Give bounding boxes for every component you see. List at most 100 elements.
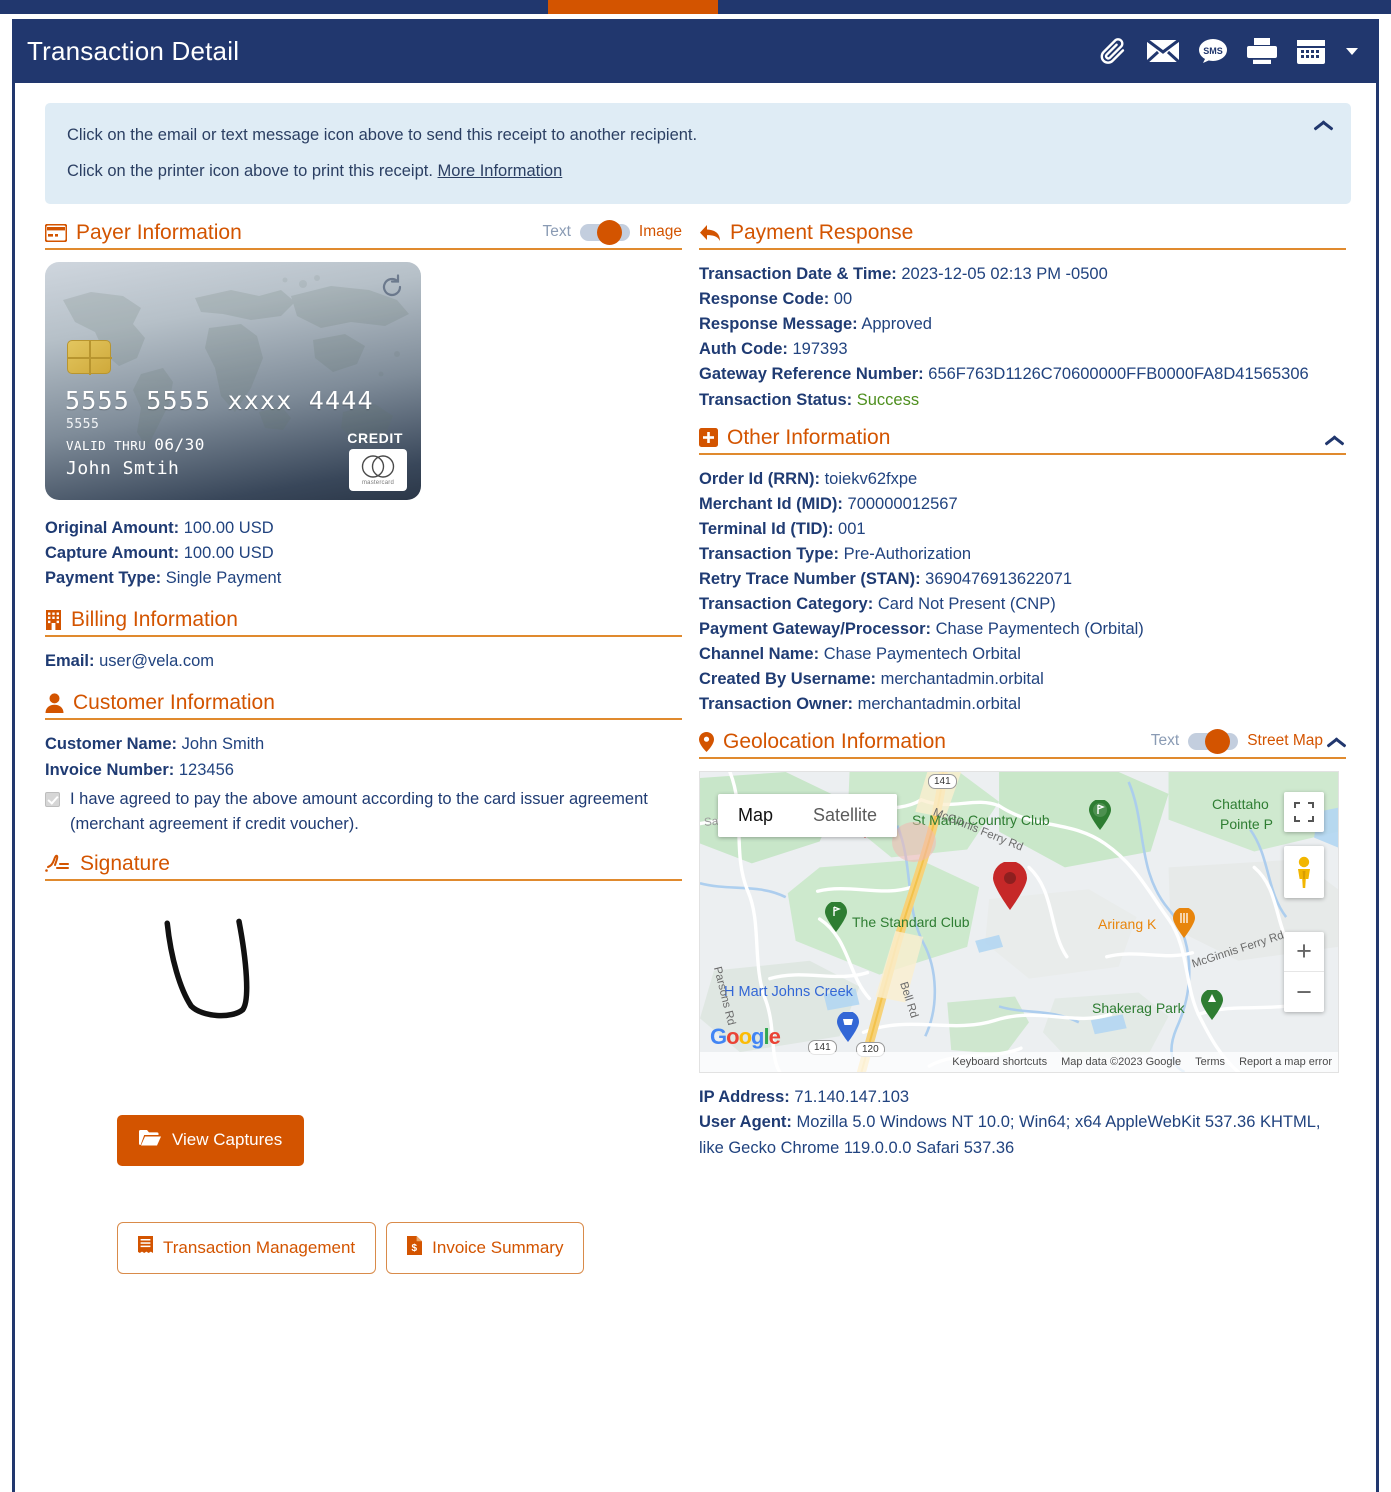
left-column: Payer Information Text Image 5555 5555 x… xyxy=(45,219,699,1274)
field-row: Transaction Owner: merchantadmin.orbital xyxy=(699,692,1346,717)
map-report-error-link[interactable]: Report a map error xyxy=(1239,1056,1332,1068)
view-captures-button[interactable]: View Captures xyxy=(117,1114,305,1166)
field-row: Capture Amount: 100.00 USD xyxy=(45,541,682,566)
map-type-satellite-button[interactable]: Satellite xyxy=(793,794,898,838)
banner-line-2: Click on the printer icon above to print… xyxy=(67,159,1311,185)
field-row: Email: user@vela.com xyxy=(45,649,682,674)
geolocation-collapse-chevron-up-icon[interactable] xyxy=(1326,734,1346,748)
map-zoom-control[interactable]: + − xyxy=(1284,932,1324,1013)
map-zoom-out-button[interactable]: − xyxy=(1284,972,1324,1012)
field-row: Transaction Category: Card Not Present (… xyxy=(699,592,1346,617)
content-columns: Payer Information Text Image 5555 5555 x… xyxy=(15,204,1376,1274)
payer-view-toggle[interactable]: Text Image xyxy=(542,219,682,245)
folder-open-icon xyxy=(139,1129,161,1152)
transaction-management-button[interactable]: Transaction Management xyxy=(117,1221,377,1274)
field-label: Transaction Type: xyxy=(699,544,839,563)
field-label: Retry Trace Number (STAN): xyxy=(699,569,921,588)
payer-fields: Original Amount: 100.00 USD Capture Amou… xyxy=(45,516,682,591)
transaction-status-value: Success xyxy=(856,390,920,409)
map-street-view-pegman-button[interactable] xyxy=(1284,846,1324,899)
field-value: John Smith xyxy=(181,735,265,754)
map-zoom-in-button[interactable]: + xyxy=(1284,932,1324,973)
sms-icon[interactable]: SMS xyxy=(1198,38,1228,64)
plus-square-icon xyxy=(699,427,718,447)
svg-text:$: $ xyxy=(412,1243,418,1254)
banner-collapse-chevron-up-icon[interactable] xyxy=(1313,117,1335,131)
map-keyboard-shortcuts[interactable]: Keyboard shortcuts xyxy=(952,1056,1047,1068)
field-row: User Agent: Mozilla 5.0 Windows NT 10.0;… xyxy=(699,1110,1346,1160)
transaction-management-label: Transaction Management xyxy=(163,1237,356,1257)
calendar-icon[interactable] xyxy=(1296,37,1326,65)
field-label: Transaction Status: xyxy=(699,390,853,409)
page-title: Transaction Detail xyxy=(27,35,240,66)
envelope-icon[interactable] xyxy=(1146,38,1180,64)
section-header-billing-information: Billing Information xyxy=(45,609,682,638)
field-row: Gateway Reference Number: 656F763D1126C7… xyxy=(699,362,1346,387)
map-poi-store-pin xyxy=(836,1011,860,1047)
field-label: User Agent: xyxy=(699,1113,792,1132)
card-flip-refresh-icon[interactable] xyxy=(379,274,405,304)
field-row: Customer Name: John Smith xyxy=(45,732,682,757)
more-information-link[interactable]: More Information xyxy=(438,162,563,180)
field-row: Response Message: Approved xyxy=(699,312,1346,337)
field-row: Retry Trace Number (STAN): 3690476913622… xyxy=(699,567,1346,592)
billing-information-title-group: Billing Information xyxy=(45,609,238,630)
geolocation-toggle-switch[interactable] xyxy=(1188,728,1239,754)
receipt-icon xyxy=(138,1235,153,1260)
geolocation-view-toggle[interactable]: Text Street Map xyxy=(1151,728,1346,754)
chevron-down-icon[interactable] xyxy=(1346,47,1358,55)
section-header-payment-response: Payment Response xyxy=(699,222,1346,251)
field-label: Transaction Date & Time: xyxy=(699,265,897,284)
field-row: Payment Type: Single Payment xyxy=(45,566,682,591)
geolocation-title-group: Geolocation Information xyxy=(699,731,946,752)
map-type-map-button[interactable]: Map xyxy=(718,794,794,838)
card-valid-thru: VALID THRU 06/30 xyxy=(66,435,205,454)
payment-response-title-group: Payment Response xyxy=(699,222,913,243)
field-row: Created By Username: merchantadmin.orbit… xyxy=(699,667,1346,692)
map-poi-highlight-area xyxy=(890,820,938,869)
field-label: Invoice Number: xyxy=(45,760,175,779)
field-row: Transaction Type: Pre-Authorization xyxy=(699,542,1346,567)
top-nav-active-tab-indicator xyxy=(548,0,718,14)
agreement-checkbox[interactable] xyxy=(45,791,60,807)
info-banner: Click on the email or text message icon … xyxy=(45,103,1351,205)
map-terms-link[interactable]: Terms xyxy=(1195,1056,1225,1068)
paperclip-icon[interactable] xyxy=(1098,36,1128,66)
field-label: Email: xyxy=(45,652,95,671)
customer-information-title-group: Customer Information xyxy=(45,692,275,713)
customer-information-label: Customer Information xyxy=(73,691,275,715)
agreement-row: I have agreed to pay the above amount ac… xyxy=(45,787,682,837)
field-label: Response Message: xyxy=(699,315,858,334)
field-value: merchantadmin.orbital xyxy=(880,670,1044,689)
printer-icon[interactable] xyxy=(1246,37,1278,65)
field-row: Invoice Number: 123456 xyxy=(45,758,682,783)
other-information-label: Other Information xyxy=(727,425,891,449)
field-value: Card Not Present (CNP) xyxy=(877,594,1056,613)
payer-information-title-group: Payer Information xyxy=(45,222,242,243)
field-value: Chase Paymentech (Orbital) xyxy=(935,620,1144,639)
payer-toggle-switch[interactable] xyxy=(579,219,630,245)
svg-text:SMS: SMS xyxy=(1203,46,1223,56)
field-label: Payment Gateway/Processor: xyxy=(699,620,932,639)
field-value: 100.00 USD xyxy=(183,519,274,538)
other-information-title-group: Other Information xyxy=(699,427,890,448)
field-label: Merchant Id (MID): xyxy=(699,494,843,513)
invoice-summary-button[interactable]: $ Invoice Summary xyxy=(386,1221,585,1274)
field-label: Order Id (RRN): xyxy=(699,469,820,488)
credit-card-image: 5555 5555 xxxx 4444 5555 VALID THRU 06/30… xyxy=(45,262,421,501)
map-poi-restaurant-pin xyxy=(1172,907,1196,943)
field-value: Single Payment xyxy=(165,569,282,588)
invoice-dollar-icon: $ xyxy=(407,1235,423,1260)
map-type-control[interactable]: Map Satellite xyxy=(718,794,898,838)
other-information-collapse-chevron-up-icon[interactable] xyxy=(1324,432,1346,446)
section-header-signature: Signature xyxy=(45,853,682,881)
map-fullscreen-button[interactable] xyxy=(1284,792,1324,833)
payment-response-label: Payment Response xyxy=(730,221,914,245)
field-row: Response Code: 00 xyxy=(699,287,1346,312)
field-value: 3690476913622071 xyxy=(925,569,1072,588)
payment-response-fields: Transaction Date & Time: 2023-12-05 02:1… xyxy=(699,262,1346,412)
map-primary-location-pin xyxy=(992,861,1028,915)
map-poi-golf-pin-stmarlo xyxy=(1088,799,1112,835)
google-map[interactable]: Map Satellite St Marlo Country Club The … xyxy=(699,771,1339,1074)
field-value: merchantadmin.orbital xyxy=(857,695,1021,714)
